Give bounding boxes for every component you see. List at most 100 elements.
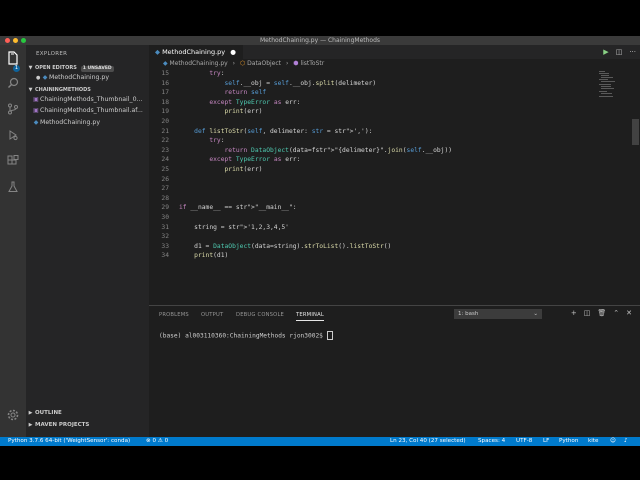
outline-section[interactable]: ▶ OUTLINE (26, 408, 149, 418)
file-item[interactable]: ▣ChainingMethods_Thumbnail.af... (26, 106, 155, 116)
title-bar: MethodChaining.py — ChainingMethods (0, 36, 640, 45)
terminal-cursor (326, 331, 333, 340)
chevron-right-icon: › (232, 60, 236, 67)
close-panel-icon[interactable]: ✕ (626, 309, 632, 317)
code-line[interactable]: 19 print(err) (149, 107, 627, 117)
code-text: try: (209, 137, 225, 145)
tab-terminal[interactable]: TERMINAL (296, 312, 324, 321)
end-of-line[interactable]: LF (543, 437, 549, 446)
close-window-button[interactable] (5, 38, 10, 43)
code-text: def listToStr(self, delimeter: str = str… (194, 127, 373, 135)
code-line[interactable]: 29 if __name__ == str">"__main__": (149, 203, 627, 213)
code-line[interactable]: 17 return self (149, 88, 627, 98)
minimize-window-button[interactable] (13, 38, 18, 43)
run-icon[interactable]: ▶ (603, 48, 608, 56)
language-mode[interactable]: Python (559, 437, 578, 446)
method-icon: ⬢ (293, 60, 299, 67)
terminal-output[interactable]: (base) al003110360:ChainingMethods rjon3… (159, 331, 333, 340)
source-control-icon[interactable] (5, 103, 21, 119)
code-line[interactable]: 22 try: (149, 136, 627, 146)
breadcrumb-item[interactable]: listToStr (300, 60, 324, 67)
encoding[interactable]: UTF-8 (516, 437, 532, 446)
breadcrumb-item[interactable]: MethodChaining.py (170, 60, 228, 67)
code-line[interactable]: 31 string = str">'1,2,3,4,5' (149, 223, 627, 233)
code-line[interactable]: 20 (149, 117, 627, 127)
open-editors-section[interactable]: ▼ OPEN EDITORS 1 UNSAVED (26, 64, 149, 73)
code-editor[interactable]: 15 try: 16 self.__obj = self.__obj.split(… (149, 69, 627, 305)
feedback-icon[interactable]: ☺ (610, 437, 616, 446)
editor-tabs: ◆ MethodChaining.py ● ▶ ◫ ··· (149, 45, 640, 59)
bell-icon[interactable]: ♪ (624, 437, 628, 446)
code-line[interactable]: 30 (149, 213, 627, 223)
explorer-sidebar: EXPLORER ▼ OPEN EDITORS 1 UNSAVED ● ◆ Method… (26, 45, 149, 437)
scrollbar-thumb[interactable] (632, 119, 639, 145)
code-line[interactable]: 18 except TypeError as err: (149, 98, 627, 108)
breadcrumb-item[interactable]: DataObject (247, 60, 281, 67)
search-icon[interactable] (5, 77, 21, 93)
code-line[interactable]: 25 print(err) (149, 165, 627, 175)
python-file-icon: ◆ (155, 48, 160, 56)
image-file-icon: ▣ (33, 107, 39, 114)
code-line[interactable]: 24 except TypeError as err: (149, 155, 627, 165)
chevron-right-icon: ▶ (28, 422, 33, 428)
debug-icon[interactable] (5, 129, 21, 145)
tab-problems[interactable]: PROBLEMS (159, 312, 189, 318)
explorer-badge: 1 (13, 65, 20, 72)
line-number: 19 (161, 108, 169, 116)
cursor-position[interactable]: Ln 23, Col 40 (27 selected) (390, 437, 466, 446)
files-icon[interactable] (5, 51, 21, 67)
problems-count[interactable]: ⊗ 0 ⚠ 0 (146, 437, 168, 446)
code-text: try: (209, 70, 225, 77)
python-file-icon: ◆ (33, 119, 39, 126)
code-line[interactable]: 21 def listToStr(self, delimeter: str = … (149, 127, 627, 137)
split-terminal-icon[interactable]: ◫ (584, 309, 591, 317)
line-number: 34 (161, 252, 169, 260)
editor-scrollbar[interactable] (631, 69, 640, 305)
kite-status[interactable]: kite (588, 437, 598, 446)
code-line[interactable]: 23 return DataObject(data=fstr">"{delime… (149, 146, 627, 156)
zoom-window-button[interactable] (21, 38, 26, 43)
code-text: string = str">'1,2,3,4,5' (179, 223, 289, 231)
code-line[interactable]: 27 (149, 184, 627, 194)
code-line[interactable]: 33 d1 = DataObject(data=string).strToLis… (149, 242, 627, 252)
code-line[interactable]: 32 (149, 232, 627, 242)
tab-debug-console[interactable]: DEBUG CONSOLE (236, 312, 284, 318)
code-line[interactable]: 34 print(d1) (149, 251, 627, 261)
editor-tab[interactable]: ◆ MethodChaining.py ● (149, 45, 243, 59)
code-line[interactable]: 28 (149, 194, 627, 204)
maven-section[interactable]: ▶ MAVEN PROJECTS (26, 420, 149, 430)
add-terminal-icon[interactable]: + (571, 309, 577, 317)
code-line[interactable]: 16 self.__obj = self.__obj.split(delimet… (149, 79, 627, 89)
minimap[interactable] (583, 69, 627, 129)
unsaved-dot-icon[interactable]: ● (230, 48, 236, 56)
code-text: self.__obj = self.__obj.split(delimeter) (224, 79, 377, 87)
code-line[interactable]: 15 try: (149, 69, 627, 79)
gear-icon[interactable] (5, 409, 21, 425)
line-number: 25 (161, 166, 169, 173)
python-file-icon: ◆ (42, 74, 48, 81)
file-item[interactable]: ▣ChainingMethods_Thumbnail_0... (26, 95, 155, 105)
maximize-panel-icon[interactable]: ⌃ (613, 309, 619, 317)
open-editor-item[interactable]: ● ◆ MethodChaining.py (26, 73, 159, 83)
flask-icon[interactable] (5, 181, 21, 197)
terminal-select[interactable]: 1: bash ⌄ (454, 309, 542, 319)
code-line[interactable]: 26 (149, 175, 627, 185)
activity-bar: 1 (0, 45, 26, 437)
file-name: MethodChaining.py (40, 119, 101, 126)
image-file-icon: ▣ (33, 96, 39, 103)
code-text: print(err) (224, 108, 263, 116)
trash-icon[interactable]: 🗑 (597, 309, 606, 317)
extensions-icon[interactable] (5, 155, 21, 171)
tab-output[interactable]: OUTPUT (201, 312, 223, 318)
python-interpreter[interactable]: Python 3.7.6 64-bit ('WeightSensor': con… (8, 437, 130, 446)
line-number: 15 (161, 70, 169, 77)
code-text: return DataObject(data=fstr">"{delimeter… (224, 146, 453, 154)
split-editor-icon[interactable]: ◫ (616, 48, 623, 56)
file-name: ChainingMethods_Thumbnail_0... (40, 96, 143, 103)
indentation[interactable]: Spaces: 4 (478, 437, 505, 446)
more-icon[interactable]: ··· (629, 48, 636, 56)
file-item[interactable]: ◆ MethodChaining.py (26, 118, 155, 128)
folder-section[interactable]: ▼ CHAININGMETHODS (26, 86, 149, 95)
terminal-prompt: (base) al003110360:ChainingMethods rjon3… (159, 332, 327, 340)
line-number: 18 (161, 98, 169, 106)
